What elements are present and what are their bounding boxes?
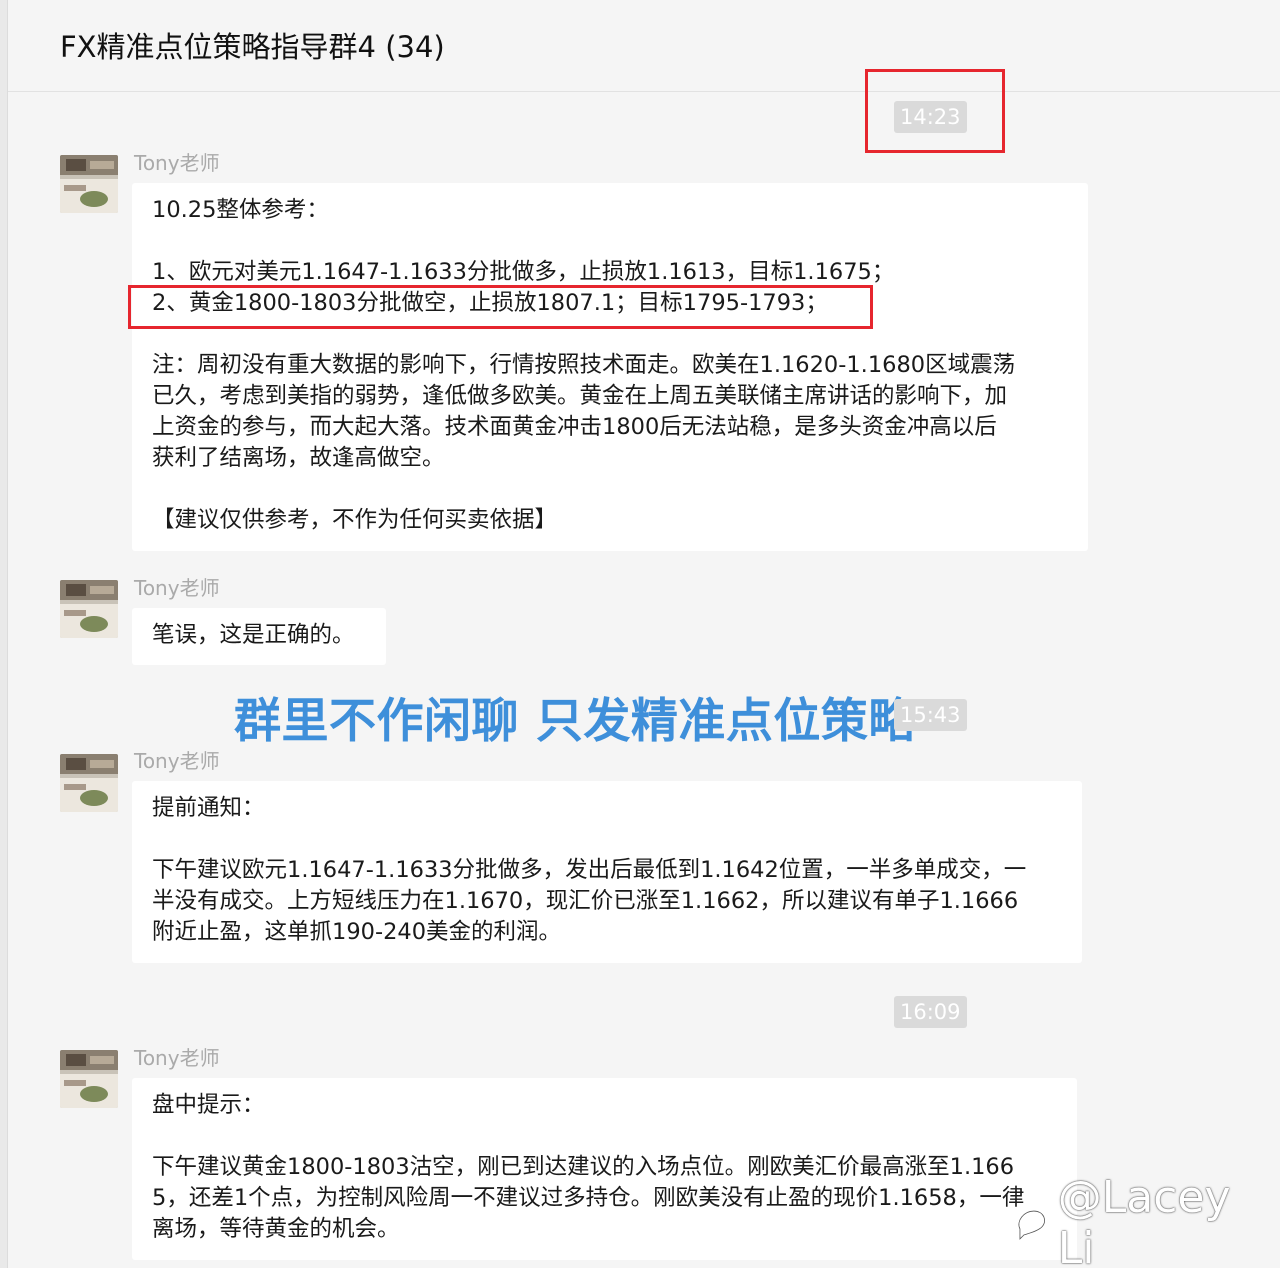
message-line: 1、欧元对美元1.1647-1.1633分批做多，止损放1.1613，目标1.1… (152, 259, 895, 285)
message-line: 5，还差1个点，为控制风险周一不建议过多持仓。刚欧美没有止盈的现价1.1658，… (152, 1185, 1025, 1211)
message-line: 离场，等待黄金的机会。 (152, 1216, 400, 1242)
avatar-image (60, 754, 118, 812)
watermark-text: @Lacey Li (1057, 1172, 1231, 1268)
message-line: 10.25整体参考： (152, 197, 329, 223)
message-line: 附近止盈，这单抓190-240美金的利润。 (152, 919, 562, 945)
message-line: 下午建议欧元1.1647-1.1633分批做多，发出后最低到1.1642位置，一… (152, 857, 1027, 883)
highlight-box (865, 69, 1005, 153)
message-line (152, 1121, 1057, 1152)
timestamp-chip: 16:09 (894, 996, 967, 1028)
avatar-image (60, 580, 118, 638)
message-line (152, 824, 1062, 855)
message-line: 半没有成交。上方短线压力在1.1670，现汇价已涨至1.1662，所以建议有单子… (152, 888, 1019, 914)
message-bubble[interactable]: 笔误，这是正确的。 (132, 608, 386, 665)
message-line: 下午建议黄金1800-1803沽空，刚已到达建议的入场点位。刚欧美汇价最高涨至1… (152, 1154, 1015, 1180)
avatar[interactable] (60, 1050, 118, 1108)
timestamp-chip: 15:43 (894, 699, 967, 731)
highlight-box (128, 285, 873, 329)
message-line (152, 226, 1068, 257)
avatar[interactable] (60, 754, 118, 812)
avatar-image (60, 155, 118, 213)
message-bubble[interactable]: 盘中提示： 下午建议黄金1800-1803沽空，刚已到达建议的入场点位。刚欧美汇… (132, 1078, 1077, 1260)
message-line: 注：周初没有重大数据的影响下，行情按照技术面走。欧美在1.1620-1.1680… (152, 352, 1016, 378)
chat-header: FX精准点位策略指导群4 (34) (8, 0, 1280, 92)
message-line (152, 474, 1068, 505)
sender-name: Tony老师 (134, 749, 220, 773)
message-line: 获利了结离场，故逢高做空。 (152, 445, 445, 471)
message-line: 【建议仅供参考，不作为任何买卖依据】 (152, 507, 558, 533)
message-line: 上资金的参与，而大起大落。技术面黄金冲击1800后无法站稳，是多头资金冲高以后 (152, 414, 997, 440)
weibo-icon (1017, 1209, 1047, 1243)
window-edge (0, 0, 8, 1268)
sender-name: Tony老师 (134, 576, 220, 600)
message-line: 盘中提示： (152, 1092, 265, 1118)
chat-title: FX精准点位策略指导群4 (34) (60, 30, 445, 64)
banner-text: 群里不作闲聊 只发精准点位策略 (234, 694, 916, 749)
avatar[interactable] (60, 155, 118, 213)
avatar-image (60, 1050, 118, 1108)
message-bubble[interactable]: 提前通知： 下午建议欧元1.1647-1.1633分批做多，发出后最低到1.16… (132, 781, 1082, 963)
watermark: @Lacey Li (1012, 1172, 1280, 1268)
sender-name: Tony老师 (134, 151, 220, 175)
message-line: 笔误，这是正确的。 (152, 622, 355, 648)
message-line: 提前通知： (152, 795, 265, 821)
message-line: 已久，考虑到美指的弱势，逢低做多欧美。黄金在上周五美联储主席讲话的影响下，加 (152, 383, 1008, 409)
sender-name: Tony老师 (134, 1046, 220, 1070)
avatar[interactable] (60, 580, 118, 638)
message-bubble[interactable]: 10.25整体参考： 1、欧元对美元1.1647-1.1633分批做多，止损放1… (132, 183, 1088, 551)
